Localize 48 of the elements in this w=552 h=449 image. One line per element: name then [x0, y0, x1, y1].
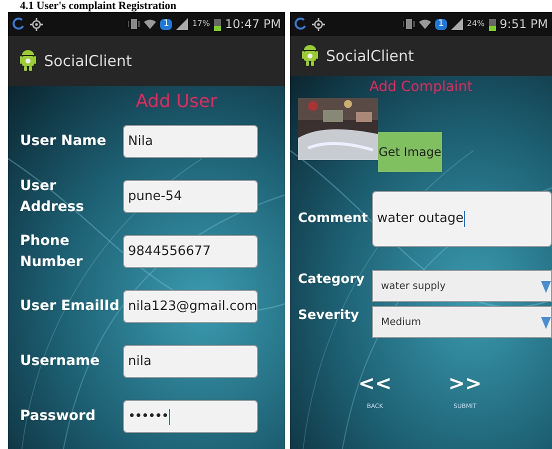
input-field[interactable]: 9844556677: [123, 235, 258, 268]
field-label: Password: [19, 407, 96, 426]
signal-icon: [450, 18, 463, 30]
clock-time: 9:51 PM: [500, 16, 548, 33]
app-title: SocialClient: [44, 50, 132, 72]
sim-badge: 1: [435, 18, 447, 30]
clock-time: 10:47 PM: [225, 16, 281, 33]
sync-icon: [294, 17, 308, 31]
figure-caption: 4.1 User's complaint Registration: [19, 0, 178, 12]
vibrate-icon: [128, 18, 140, 30]
wifi-icon: [419, 18, 432, 30]
get-image-button[interactable]: Get Image: [378, 132, 442, 172]
field-label: Username: [19, 352, 101, 371]
field-label: User EmailId: [19, 297, 120, 316]
app-title: SocialClient: [326, 46, 414, 67]
battery-percent: 24%: [466, 18, 485, 30]
input-field[interactable]: nila: [123, 345, 258, 378]
password-field[interactable]: ••••••: [123, 400, 258, 433]
field-label: Category: [297, 271, 366, 289]
dropdown-arrow-icon: [541, 279, 551, 293]
sim-badge: 1: [160, 18, 172, 30]
field-label: Severity: [297, 307, 360, 325]
dropdown-arrow-icon: [541, 315, 551, 329]
wifi-icon: [144, 18, 156, 30]
field-label: User Address: [19, 176, 85, 216]
sync-icon: [12, 17, 26, 31]
text-cursor: [169, 408, 170, 424]
comment-field[interactable]: water outage: [372, 191, 552, 247]
screen-heading: Add Complaint: [369, 78, 473, 97]
location-icon: [30, 18, 43, 30]
text-cursor: [464, 211, 465, 227]
battery-icon: [488, 18, 496, 30]
dropdown[interactable]: Medium: [372, 306, 552, 338]
vibrate-icon: [403, 18, 416, 30]
field-label: User Name: [19, 132, 108, 151]
field-label: Comment: [297, 210, 369, 228]
input-field[interactable]: Nila: [123, 125, 258, 158]
screen-heading: Add User: [136, 90, 218, 114]
battery-percent: 17%: [192, 18, 210, 30]
android-icon: [20, 50, 36, 72]
input-field[interactable]: pune-54: [123, 180, 258, 213]
dropdown[interactable]: water supply: [372, 270, 552, 302]
location-icon: [312, 18, 325, 30]
input-field[interactable]: nila123@gmail.com: [123, 290, 258, 323]
signal-icon: [176, 18, 188, 30]
field-label: Phone Number: [19, 232, 84, 272]
android-icon: [302, 45, 318, 67]
battery-icon: [214, 18, 221, 30]
